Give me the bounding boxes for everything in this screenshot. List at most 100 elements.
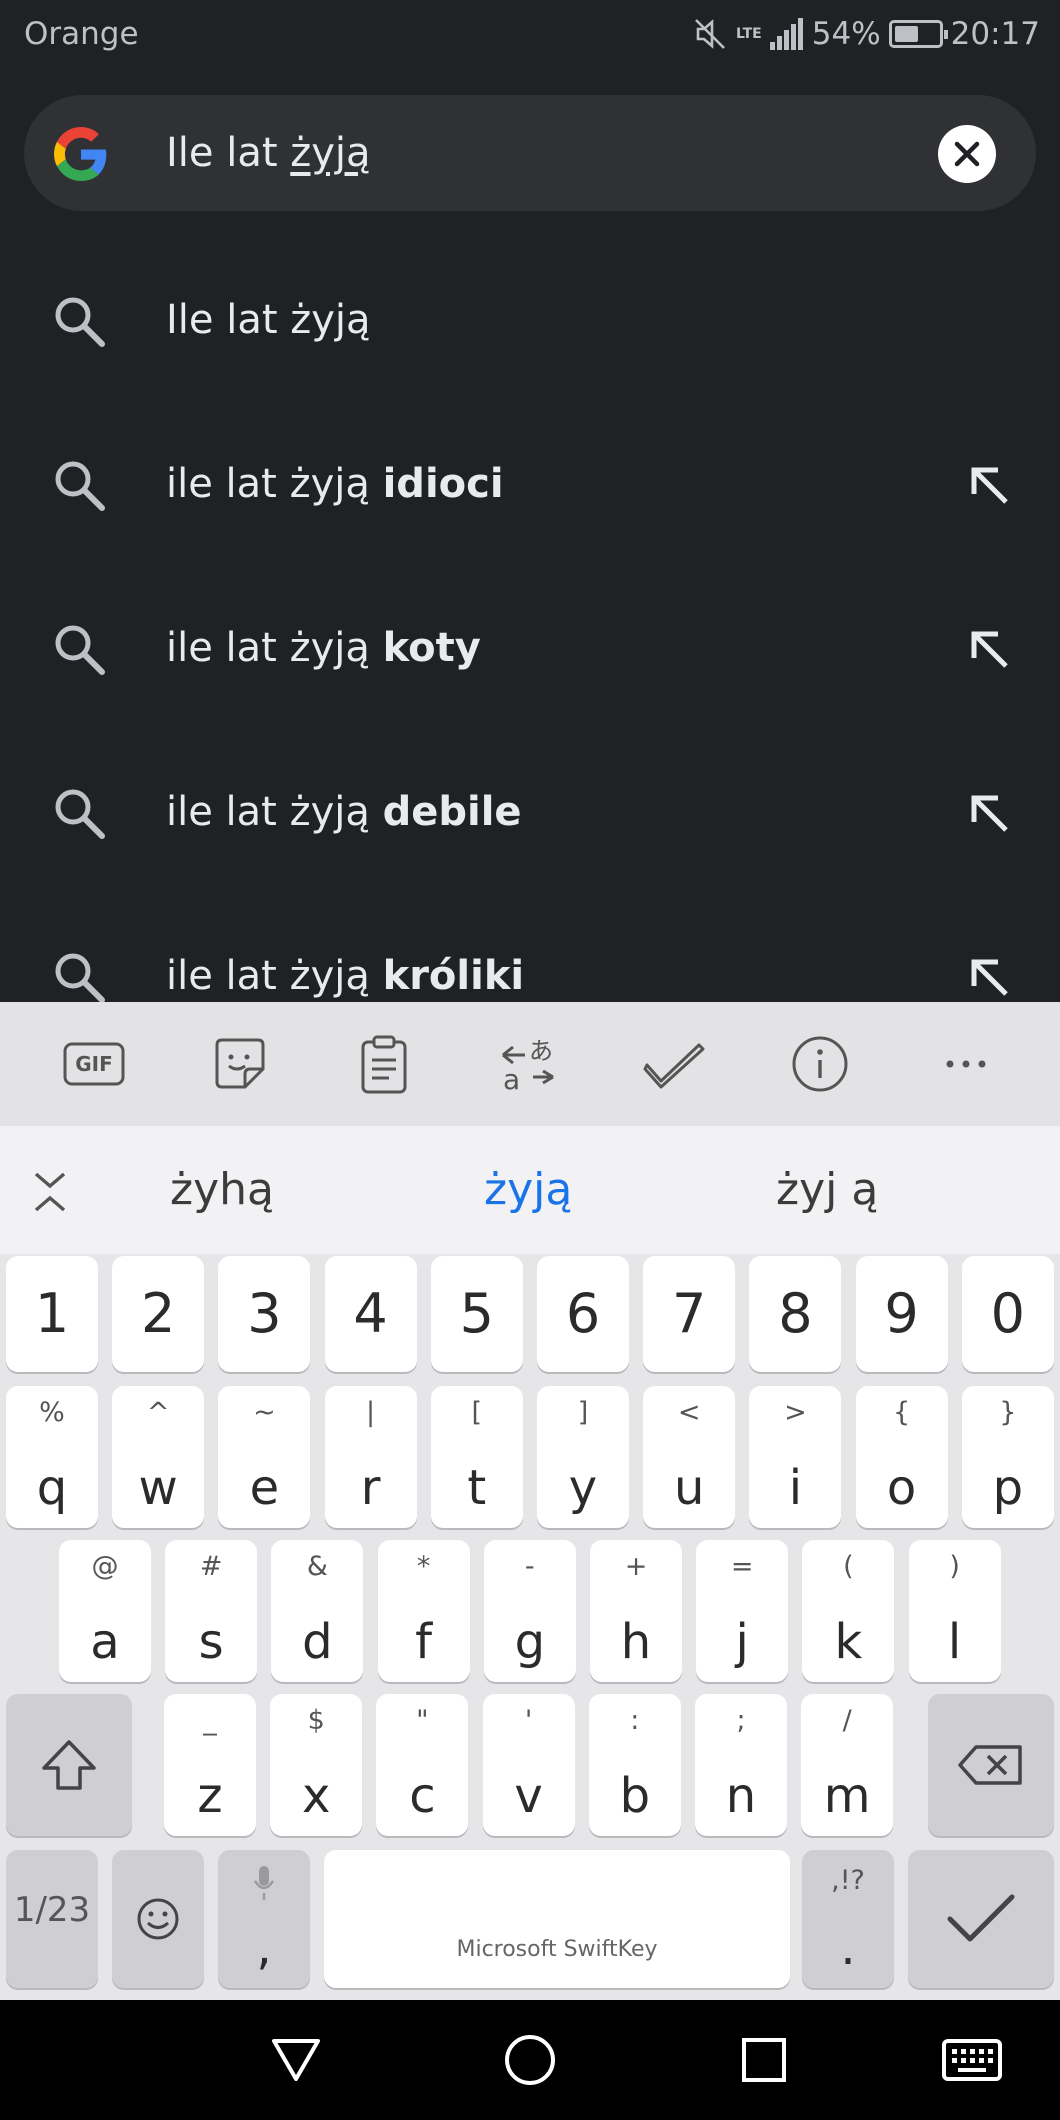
tasks-button[interactable] (642, 1032, 706, 1096)
key-v[interactable]: ' v (482, 1694, 575, 1836)
gif-button[interactable]: GIF (62, 1032, 126, 1096)
backspace-key[interactable] (928, 1694, 1054, 1836)
comma-key[interactable]: , (218, 1850, 310, 1988)
battery-percent: 54% (811, 16, 881, 52)
fill-query-arrow-icon[interactable] (968, 628, 1012, 672)
search-icon (55, 953, 105, 1002)
suggestion-prefix: Ile lat żyją (166, 297, 371, 343)
sticker-button[interactable] (208, 1032, 272, 1096)
key-a[interactable]: @ a (59, 1540, 151, 1682)
clear-search-button[interactable] (938, 125, 996, 183)
prediction-bar: żyhą żyją żyj ą (0, 1126, 1060, 1254)
key-label: a (90, 1614, 120, 1670)
key-label: 3 (247, 1282, 282, 1345)
more-icon (946, 1060, 986, 1068)
space-key[interactable]: Microsoft SwiftKey (324, 1850, 790, 1988)
suggestion-item[interactable]: Ile lat żyją (0, 238, 1060, 402)
key-z[interactable]: _ z (164, 1694, 256, 1836)
fill-query-arrow-icon[interactable] (968, 792, 1012, 836)
key-b[interactable]: :b (588, 1694, 681, 1836)
prediction-center[interactable]: żyją (484, 1160, 572, 1220)
key-g[interactable]: -g (483, 1540, 576, 1682)
shift-key[interactable] (6, 1694, 132, 1836)
back-button[interactable] (266, 2030, 326, 2090)
key-3[interactable]: 3 (218, 1256, 311, 1372)
prediction-right[interactable]: żyj ą (776, 1160, 878, 1220)
key-s[interactable]: # s (165, 1540, 258, 1682)
period-key[interactable]: ,!?. (802, 1850, 894, 1988)
enter-key[interactable] (908, 1850, 1054, 1988)
key-c[interactable]: " c (376, 1694, 469, 1836)
suggestion-item[interactable]: ile lat żyją koty (0, 566, 1060, 730)
key-0[interactable]: 0 (961, 1256, 1054, 1372)
key-label: 2 (141, 1282, 176, 1345)
key-d[interactable]: & d (271, 1540, 364, 1682)
key-label: 1 (34, 1282, 70, 1345)
key-6[interactable]: 6 (537, 1256, 629, 1372)
fill-query-arrow-icon[interactable] (968, 956, 1012, 1000)
key-h[interactable]: + h (590, 1540, 682, 1682)
key-alt-label: # (199, 1551, 223, 1582)
key-label: . (840, 1920, 856, 1976)
key-8[interactable]: 8 (749, 1256, 842, 1372)
key-u[interactable]: < u (643, 1386, 736, 1528)
key-n[interactable]: ; n (695, 1694, 787, 1836)
key-alt-label: ( (843, 1551, 854, 1582)
key-m[interactable]: / m (801, 1694, 894, 1836)
key-7[interactable]: 7 (643, 1256, 736, 1372)
collapse-icon[interactable] (28, 1168, 72, 1216)
search-bar[interactable]: Ile lat żyją (24, 95, 1036, 211)
key-5[interactable]: 5 (430, 1256, 523, 1372)
suggestion-item[interactable]: ile lat żyją idioci (0, 402, 1060, 566)
key-o[interactable]: {o (855, 1386, 948, 1528)
key-alt-label: _ (203, 1705, 217, 1736)
search-input[interactable]: Ile lat żyją (166, 123, 371, 183)
prediction-left[interactable]: żyhą (170, 1160, 274, 1220)
key-label: m (823, 1768, 871, 1824)
key-j[interactable]: = j (696, 1540, 789, 1682)
checkmark-pen-icon (643, 1043, 705, 1089)
info-button[interactable] (788, 1032, 852, 1096)
keyboard: GIF a あ żyhą żyją żyj ą 1 2 3 4 5 6 7 8 … (0, 1002, 1060, 2000)
key-y[interactable]: ] y (537, 1386, 629, 1528)
key-e[interactable]: ~ e (218, 1386, 311, 1528)
suggestion-item[interactable]: ile lat żyją debile (0, 730, 1060, 894)
key-t[interactable]: [t (430, 1386, 523, 1528)
key-4[interactable]: 4 (324, 1256, 417, 1372)
key-alt-label: > (784, 1397, 807, 1428)
keyboard-switch-button[interactable] (940, 2030, 1004, 2090)
key-9[interactable]: 9 (855, 1256, 948, 1372)
key-label: r (360, 1460, 381, 1516)
fill-query-arrow-icon[interactable] (968, 464, 1012, 508)
translator-button[interactable]: a あ (496, 1032, 560, 1096)
key-r[interactable]: | r (324, 1386, 417, 1528)
symbols-key[interactable]: 1/23 (6, 1850, 98, 1988)
suggestion-item[interactable]: ile lat żyją króliki (0, 894, 1060, 1002)
key-f[interactable]: * f (377, 1540, 470, 1682)
more-button[interactable] (934, 1032, 998, 1096)
key-i[interactable]: > i (749, 1386, 842, 1528)
clipboard-button[interactable] (352, 1032, 416, 1096)
key-alt-label: ] (577, 1397, 589, 1428)
key-p[interactable]: } p (961, 1386, 1054, 1528)
microphone-icon (253, 1866, 275, 1900)
key-w[interactable]: ^ w (112, 1386, 205, 1528)
search-icon (55, 625, 105, 675)
keyboard-icon (942, 2039, 1002, 2081)
suggestion-text: ile lat żyją idioci (166, 454, 504, 514)
status-icons: LTE 54% 20:17 (692, 14, 1040, 54)
key-alt-label: & (306, 1551, 328, 1582)
emoji-key[interactable] (112, 1850, 204, 1988)
google-logo-icon (54, 127, 107, 181)
key-k[interactable]: (k (802, 1540, 895, 1682)
key-l[interactable]: ) l (908, 1540, 1001, 1682)
key-q[interactable]: % q (6, 1386, 98, 1528)
key-2[interactable]: 2 (112, 1256, 205, 1372)
battery-icon (888, 20, 948, 48)
search-query-prefix: Ile lat (166, 130, 291, 176)
key-x[interactable]: $ x (270, 1694, 363, 1836)
key-1[interactable]: 1 (6, 1256, 98, 1372)
key-label: j (735, 1614, 749, 1670)
recents-button[interactable] (734, 2030, 794, 2090)
home-button[interactable] (500, 2030, 560, 2090)
